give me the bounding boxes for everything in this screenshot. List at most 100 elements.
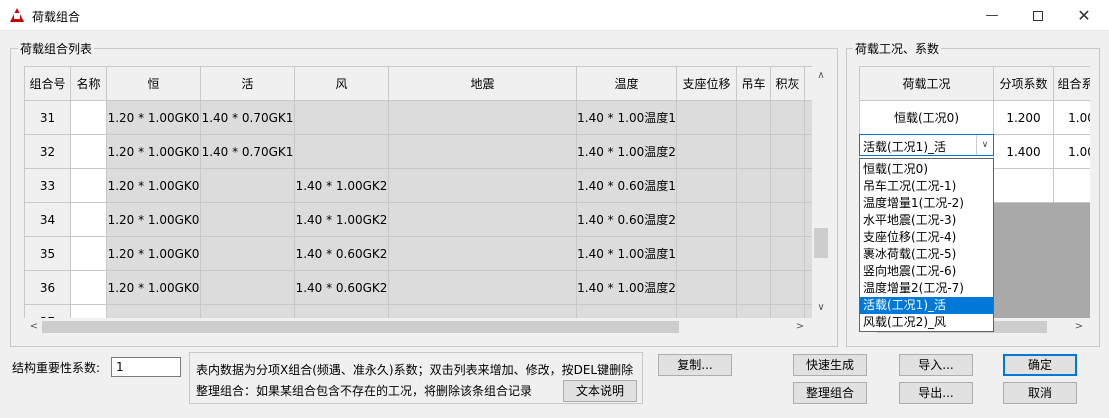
cell-live[interactable] xyxy=(200,236,295,271)
cell-no[interactable]: 37 xyxy=(24,304,71,318)
cell-support[interactable] xyxy=(676,304,737,318)
dropdown-option-selected[interactable]: 活载(工况1)_活 xyxy=(860,297,993,314)
tidy-combos-button[interactable]: 整理组合 xyxy=(793,382,867,404)
cell-name[interactable] xyxy=(70,270,107,305)
cell-live[interactable] xyxy=(200,202,295,237)
dropdown-option[interactable]: 温度增量2(工况-7) xyxy=(860,280,993,297)
cell-snow[interactable] xyxy=(804,202,812,237)
text-explain-button[interactable]: 文本说明 xyxy=(563,380,637,402)
cell-ash[interactable] xyxy=(770,168,805,203)
load-case-combobox[interactable]: 活载(工况1)_活 ∨ xyxy=(859,134,994,156)
dropdown-option[interactable]: 温度增量1(工况-2) xyxy=(860,195,993,212)
cell-no[interactable]: 32 xyxy=(24,134,71,169)
cell-snow[interactable] xyxy=(804,168,812,203)
cell-no[interactable]: 31 xyxy=(24,100,71,135)
cell-name[interactable] xyxy=(70,304,107,318)
table-row[interactable]: 36 1.20 * 1.00GK0 1.40 * 0.60GK2 1.40 * … xyxy=(24,270,812,305)
cell-ash[interactable] xyxy=(770,270,805,305)
col-header-name[interactable]: 名称 xyxy=(70,66,107,101)
cell-snow[interactable] xyxy=(804,100,812,135)
cell-temp[interactable]: 1.40 * 1.00温度1 xyxy=(576,236,677,271)
load-case-dropdown[interactable]: 恒载(工况0) 吊车工况(工况-1) 温度增量1(工况-2) 水平地震(工况-3… xyxy=(859,158,994,332)
col-header-crane[interactable]: 吊车 xyxy=(736,66,771,101)
cell-temp[interactable]: 1.40 * 1.00温度2 xyxy=(576,134,677,169)
combo-horizontal-scrollbar[interactable]: < > xyxy=(24,318,812,336)
col-header-live[interactable]: 活 xyxy=(200,66,295,101)
col-header-quake[interactable]: 地震 xyxy=(388,66,577,101)
cancel-button[interactable]: 取消 xyxy=(1003,382,1077,404)
horizontal-scroll-thumb[interactable] xyxy=(42,321,679,333)
table-row[interactable]: 33 1.20 * 1.00GK0 1.40 * 1.00GK2 1.40 * … xyxy=(24,168,812,203)
export-button[interactable]: 导出... xyxy=(899,382,973,404)
cell-snow[interactable] xyxy=(804,304,812,318)
import-button[interactable]: 导入... xyxy=(899,354,973,376)
table-row[interactable]: 恒载(工况0) 1.200 1.00 xyxy=(859,100,1090,135)
cell-live[interactable] xyxy=(200,270,295,305)
cell-name[interactable] xyxy=(70,134,107,169)
cell-name[interactable] xyxy=(70,236,107,271)
cell-crane[interactable] xyxy=(736,100,771,135)
col-header-snow[interactable]: 雪 xyxy=(804,66,812,101)
cell-live[interactable] xyxy=(200,304,295,318)
copy-button[interactable]: 复制... xyxy=(658,354,732,376)
table-row[interactable]: 32 1.20 * 1.00GK0 1.40 * 0.70GK1 1.40 * … xyxy=(24,134,812,169)
vertical-scroll-thumb[interactable] xyxy=(814,228,828,258)
col-header-support[interactable]: 支座位移 xyxy=(676,66,737,101)
cell-factor[interactable]: 1.200 xyxy=(993,100,1054,135)
col-header-wind[interactable]: 风 xyxy=(294,66,389,101)
cell-combo-factor[interactable] xyxy=(1053,168,1090,203)
cell-quake[interactable] xyxy=(388,202,577,237)
cell-dead[interactable]: 1.20 * 1.00GK0 xyxy=(106,134,201,169)
col-header-ash[interactable]: 积灰 xyxy=(770,66,805,101)
cell-live[interactable]: 1.40 * 0.70GK1 xyxy=(200,100,295,135)
col-header-combo-factor[interactable]: 组合系数 xyxy=(1053,66,1090,101)
importance-factor-input[interactable]: 1 xyxy=(111,357,181,377)
cell-ash[interactable] xyxy=(770,236,805,271)
table-row[interactable]: 31 1.20 * 1.00GK0 1.40 * 0.70GK1 1.40 * … xyxy=(24,100,812,135)
cell-support[interactable] xyxy=(676,202,737,237)
cell-no[interactable]: 36 xyxy=(24,270,71,305)
cell-factor[interactable] xyxy=(993,168,1054,203)
cell-quake[interactable] xyxy=(388,134,577,169)
cell-crane[interactable] xyxy=(736,236,771,271)
scroll-right-icon[interactable]: > xyxy=(792,319,808,335)
cell-snow[interactable] xyxy=(804,134,812,169)
cell-temp[interactable] xyxy=(576,304,677,318)
cell-wind[interactable] xyxy=(294,100,389,135)
minimize-button[interactable]: — xyxy=(969,0,1015,31)
scroll-down-icon[interactable]: ∨ xyxy=(813,300,829,316)
cell-case[interactable]: 恒载(工况0) xyxy=(859,100,994,135)
cell-dead[interactable]: 1.20 * 1.00GK0 xyxy=(106,236,201,271)
cell-wind[interactable]: 1.40 * 0.60GK2 xyxy=(294,236,389,271)
dropdown-option[interactable]: 恒载(工况0) xyxy=(860,161,993,178)
cell-crane[interactable] xyxy=(736,270,771,305)
col-header-no[interactable]: 组合号 xyxy=(24,66,71,101)
dropdown-option[interactable]: 裹冰荷载(工况-5) xyxy=(860,246,993,263)
cell-quake[interactable] xyxy=(388,304,577,318)
table-row[interactable]: 34 1.20 * 1.00GK0 1.40 * 1.00GK2 1.40 * … xyxy=(24,202,812,237)
table-row[interactable]: 37 xyxy=(24,304,812,318)
quick-generate-button[interactable]: 快速生成 xyxy=(793,354,867,376)
cell-live[interactable]: 1.40 * 0.70GK1 xyxy=(200,134,295,169)
cell-ash[interactable] xyxy=(770,304,805,318)
cell-support[interactable] xyxy=(676,270,737,305)
dropdown-option[interactable]: 风载(工况2)_风 xyxy=(860,314,993,331)
cell-snow[interactable] xyxy=(804,236,812,271)
cell-dead[interactable] xyxy=(106,304,201,318)
cell-dead[interactable]: 1.20 * 1.00GK0 xyxy=(106,270,201,305)
cell-no[interactable]: 34 xyxy=(24,202,71,237)
scroll-right-icon[interactable]: > xyxy=(1071,319,1087,335)
cell-temp[interactable]: 1.40 * 1.00温度2 xyxy=(576,270,677,305)
col-header-dead[interactable]: 恒 xyxy=(106,66,201,101)
col-header-case[interactable]: 荷载工况 xyxy=(859,66,994,101)
dropdown-option[interactable]: 水平地震(工况-3) xyxy=(860,212,993,229)
chevron-down-icon[interactable]: ∨ xyxy=(976,135,993,155)
dropdown-option[interactable]: 竖向地震(工况-6) xyxy=(860,263,993,280)
cell-no[interactable]: 35 xyxy=(24,236,71,271)
cell-crane[interactable] xyxy=(736,304,771,318)
cell-wind[interactable] xyxy=(294,304,389,318)
cell-combo-factor[interactable]: 1.00 xyxy=(1053,100,1090,135)
cell-quake[interactable] xyxy=(388,270,577,305)
combo-vertical-scrollbar[interactable]: ∧ ∨ xyxy=(812,66,830,318)
cell-crane[interactable] xyxy=(736,202,771,237)
